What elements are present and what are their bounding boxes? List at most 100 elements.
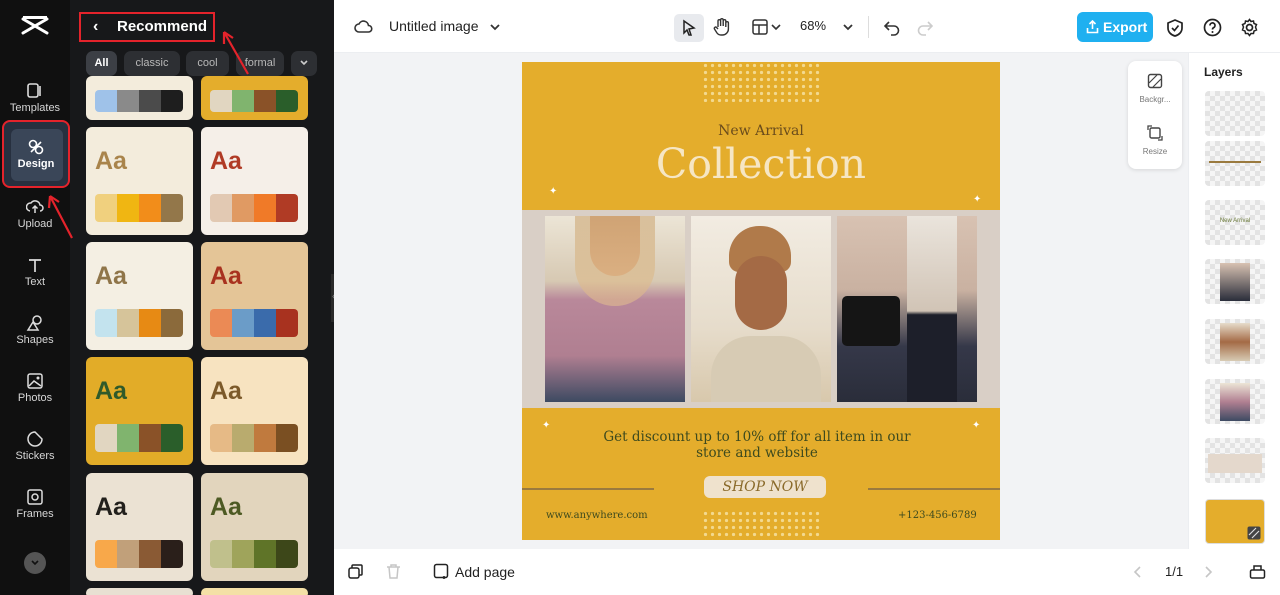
- sidebar-item-design[interactable]: Design: [2, 120, 70, 188]
- sidebar-item-label: Photos: [17, 392, 53, 404]
- text-icon: [29, 259, 41, 272]
- canvas-quick-actions: Backgr... Resize: [1128, 61, 1182, 169]
- sidebar-item-label: Stickers: [15, 450, 55, 462]
- photo-handbag[interactable]: [837, 216, 977, 402]
- sidebar-item-text[interactable]: Text: [3, 250, 67, 304]
- color-swatch: [95, 540, 117, 568]
- undo-icon[interactable]: [883, 18, 901, 36]
- palette-sample-text: Aa: [210, 147, 242, 175]
- layer-thumbnail[interactable]: [1205, 438, 1265, 483]
- gear-icon[interactable]: [1240, 18, 1259, 37]
- layers-title: Layers: [1204, 65, 1243, 79]
- design-canvas[interactable]: New Arrival Collection ✦ ✦ ✦ ✦ Get disco…: [522, 62, 1000, 540]
- color-swatch: [276, 309, 298, 337]
- recommend-back-button[interactable]: ‹ Recommend: [79, 12, 215, 42]
- palette-card[interactable]: Aa: [86, 127, 193, 235]
- sidebar-item-frames[interactable]: Frames: [3, 482, 67, 536]
- sparkle-decoration: ✦: [973, 194, 982, 205]
- palette-card[interactable]: Aa: [201, 473, 308, 581]
- layout-icon[interactable]: [751, 18, 769, 36]
- color-swatch: [95, 309, 117, 337]
- design-title[interactable]: Collection: [522, 140, 1000, 188]
- sidebar-item-shapes[interactable]: Shapes: [3, 308, 67, 362]
- cloud-icon[interactable]: [354, 18, 374, 36]
- sidebar-item-photos[interactable]: Photos: [3, 366, 67, 420]
- add-page-icon[interactable]: [433, 563, 450, 580]
- duplicate-page-icon[interactable]: [347, 563, 364, 580]
- chevron-down-icon[interactable]: [771, 23, 781, 31]
- chevron-down-icon: [31, 560, 39, 566]
- color-swatch: [117, 309, 139, 337]
- select-tool-button[interactable]: [674, 14, 704, 42]
- trash-icon[interactable]: [386, 563, 401, 580]
- layer-thumbnail[interactable]: New Arrival: [1205, 200, 1265, 245]
- photo-woman-pink-shirt[interactable]: [545, 216, 685, 402]
- palette-card[interactable]: Aa: [201, 357, 308, 465]
- chevron-down-icon[interactable]: [489, 22, 501, 32]
- color-swatch: [232, 540, 254, 568]
- sidebar-item-stickers[interactable]: Stickers: [3, 424, 67, 478]
- resize-label[interactable]: Resize: [1128, 147, 1182, 156]
- palette-card[interactable]: [86, 76, 193, 120]
- photo-woman-headwrap[interactable]: [691, 216, 831, 402]
- phone-text[interactable]: +123-456-6789: [898, 510, 977, 521]
- photo-strip: [522, 210, 1000, 408]
- add-page-button[interactable]: Add page: [455, 564, 515, 580]
- collapse-panel-icon[interactable]: [1249, 563, 1266, 580]
- shield-icon[interactable]: [1166, 18, 1184, 38]
- palette-card[interactable]: Aa: [86, 242, 193, 350]
- export-label: Export: [1103, 19, 1148, 35]
- hand-tool-icon[interactable]: [712, 17, 732, 37]
- color-swatch: [210, 194, 232, 222]
- resize-icon[interactable]: [1147, 125, 1163, 141]
- more-tools-button[interactable]: [24, 552, 46, 574]
- palette-card[interactable]: Aa: [201, 127, 308, 235]
- chevron-left-icon[interactable]: [1133, 566, 1143, 578]
- discount-text-line2[interactable]: store and website: [522, 445, 996, 461]
- chevron-down-icon[interactable]: [842, 23, 854, 31]
- chip-classic[interactable]: classic: [124, 51, 180, 76]
- palette-card[interactable]: Aa: [86, 473, 193, 581]
- background-label[interactable]: Backgr...: [1128, 95, 1182, 104]
- background-icon: [1247, 526, 1261, 540]
- layer-thumbnail[interactable]: [1205, 379, 1265, 424]
- palette-card[interactable]: Aa: [86, 357, 193, 465]
- discount-text-line1[interactable]: Get discount up to 10% off for all item …: [522, 429, 996, 445]
- halftone-decoration: [702, 62, 822, 102]
- color-swatch: [276, 424, 298, 452]
- chevron-right-icon[interactable]: [1203, 566, 1213, 578]
- document-title[interactable]: Untitled image: [389, 18, 479, 34]
- website-text[interactable]: www.anywhere.com: [546, 510, 648, 521]
- upload-icon: [26, 200, 44, 213]
- export-icon: [1086, 20, 1099, 34]
- color-swatch: [254, 424, 276, 452]
- photos-icon: [27, 373, 43, 389]
- layer-thumbnail-background[interactable]: [1205, 499, 1265, 544]
- color-swatch: [276, 194, 298, 222]
- annotation-arrow: [47, 195, 73, 239]
- zoom-level[interactable]: 68%: [800, 18, 826, 33]
- palette-sample-text: Aa: [95, 493, 127, 521]
- color-swatch: [117, 540, 139, 568]
- layer-thumbnail[interactable]: [1205, 319, 1265, 364]
- layer-thumbnail[interactable]: [1205, 91, 1265, 136]
- chevron-left-icon: ‹: [93, 18, 99, 35]
- redo-icon[interactable]: [916, 18, 934, 36]
- capcut-logo[interactable]: [21, 15, 49, 37]
- help-icon[interactable]: [1203, 18, 1222, 37]
- layer-thumbnail[interactable]: [1205, 259, 1265, 304]
- chips-expand-button[interactable]: [291, 51, 317, 76]
- export-button[interactable]: Export: [1077, 12, 1153, 42]
- layer-thumbnail[interactable]: [1205, 141, 1265, 186]
- design-subtitle[interactable]: New Arrival: [522, 123, 1000, 139]
- palette-card[interactable]: [201, 588, 308, 595]
- shop-now-button[interactable]: SHOP NOW: [704, 476, 826, 498]
- palette-card[interactable]: Aa: [201, 242, 308, 350]
- background-icon[interactable]: [1147, 73, 1163, 89]
- design-icon: [28, 139, 44, 155]
- palette-card[interactable]: [86, 588, 193, 595]
- color-swatch: [232, 424, 254, 452]
- palette-swatches: [210, 540, 298, 568]
- palette-card[interactable]: [201, 76, 308, 120]
- chip-all[interactable]: All: [86, 51, 117, 76]
